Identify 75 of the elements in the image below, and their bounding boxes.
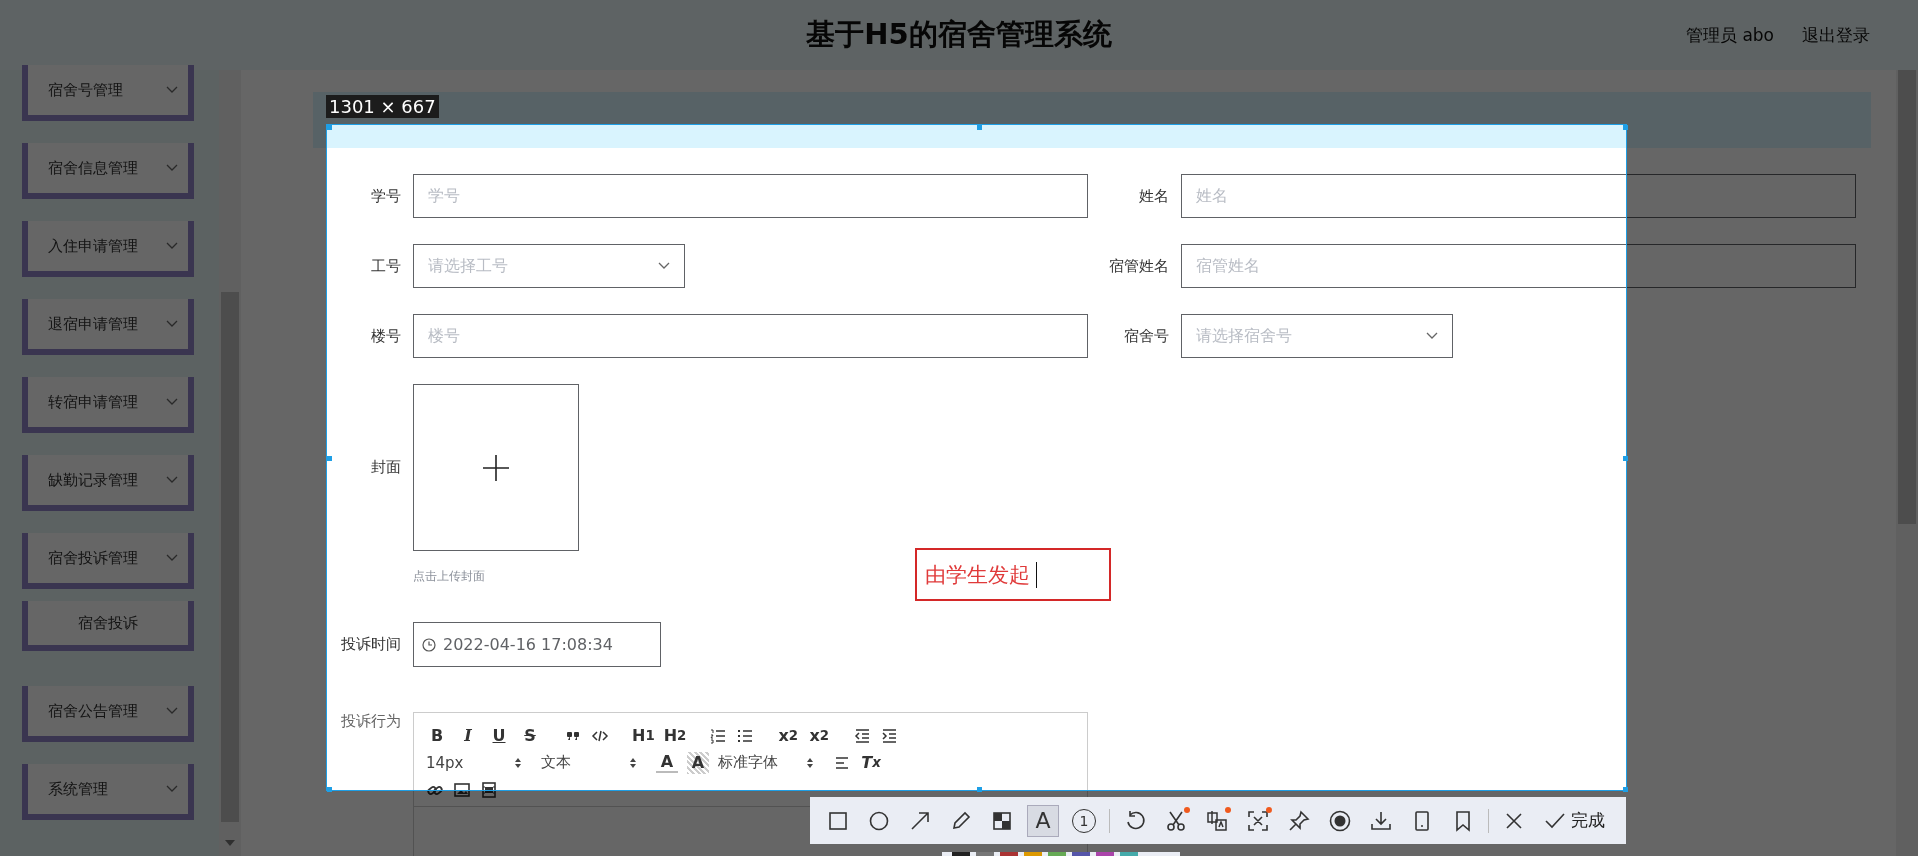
field-label: 投诉时间 bbox=[341, 635, 402, 654]
updown-icon bbox=[806, 756, 814, 769]
menu-item[interactable]: 转宿申请管理 bbox=[22, 377, 194, 433]
resize-handle[interactable] bbox=[977, 125, 982, 130]
color-palette[interactable] bbox=[942, 852, 1180, 856]
font-color-button[interactable]: A bbox=[656, 752, 678, 773]
field-label: 封面 bbox=[371, 458, 402, 477]
menu-item[interactable]: 入住申请管理 bbox=[22, 221, 194, 277]
dropdown[interactable]: 标准字体 bbox=[718, 753, 814, 772]
resize-handle[interactable] bbox=[327, 456, 332, 461]
dropdown[interactable]: 14px bbox=[426, 753, 522, 772]
upload-box[interactable] bbox=[413, 384, 579, 551]
numbered-list-icon[interactable] bbox=[709, 726, 728, 745]
chevron-down-icon bbox=[166, 86, 178, 94]
field-label: 学号 bbox=[371, 186, 402, 206]
logout-link[interactable]: 退出登录 bbox=[1802, 23, 1870, 47]
resize-handle[interactable] bbox=[327, 787, 332, 792]
menu-item[interactable]: 宿舍公告管理 bbox=[22, 686, 194, 742]
menu-item[interactable]: 系统管理 bbox=[22, 764, 194, 820]
text-cursor bbox=[1036, 561, 1037, 588]
updown-icon bbox=[629, 756, 637, 769]
translate-icon bbox=[1205, 808, 1229, 833]
chevron-down-icon bbox=[166, 476, 178, 484]
scrollbar[interactable] bbox=[1896, 70, 1918, 856]
image-icon[interactable] bbox=[453, 780, 471, 799]
field-label: 姓名 bbox=[1139, 186, 1170, 206]
field-label: 工号 bbox=[371, 256, 402, 276]
chevron-down-icon bbox=[166, 398, 178, 406]
menu-item[interactable]: 退宿申请管理 bbox=[22, 299, 194, 355]
text-annotation[interactable]: 由学生发起 bbox=[915, 548, 1111, 601]
resize-handle[interactable] bbox=[1623, 787, 1628, 792]
user-name: 管理员 abo bbox=[1686, 23, 1774, 47]
record-icon bbox=[1328, 808, 1352, 833]
upload-hint: 点击上传封面 bbox=[413, 568, 485, 585]
chevron-down-icon bbox=[166, 242, 178, 250]
app-title: 基于H5的宿舍管理系统 bbox=[806, 16, 1112, 53]
scrollbar[interactable] bbox=[219, 70, 241, 856]
resize-handle[interactable] bbox=[327, 125, 332, 130]
menu-item[interactable]: 宿舍投诉管理 bbox=[22, 533, 194, 589]
field-label: 投诉行为 bbox=[341, 711, 402, 731]
chevron-down-icon bbox=[166, 785, 178, 793]
chevron-down-icon bbox=[658, 262, 670, 270]
scan-icon bbox=[1246, 808, 1270, 833]
resize-handle[interactable] bbox=[977, 787, 982, 792]
chevron-down-icon bbox=[1426, 332, 1438, 340]
field-label: 宿舍号 bbox=[1124, 326, 1170, 346]
menu-item[interactable]: 缺勤记录管理 bbox=[22, 455, 194, 511]
resize-handle[interactable] bbox=[1623, 125, 1628, 130]
updown-icon bbox=[514, 756, 522, 769]
chevron-down-icon bbox=[166, 164, 178, 172]
submenu-item[interactable]: 宿舍投诉 bbox=[22, 601, 194, 651]
underline-button[interactable]: U bbox=[488, 724, 510, 747]
chevron-down-icon bbox=[166, 320, 178, 328]
plus-icon bbox=[483, 454, 509, 481]
video-icon[interactable] bbox=[480, 780, 498, 799]
pin-icon bbox=[1287, 808, 1311, 833]
done-button[interactable]: 完成 bbox=[1539, 808, 1609, 833]
menu-item[interactable]: 宿舍号管理 bbox=[22, 65, 194, 121]
resize-handle[interactable] bbox=[1623, 456, 1628, 461]
dropdown[interactable]: 文本 bbox=[541, 753, 637, 772]
bold-button[interactable]: B bbox=[426, 724, 448, 747]
chevron-down-icon bbox=[166, 554, 178, 562]
clock-icon bbox=[422, 637, 436, 652]
strikethrough-button[interactable]: S bbox=[519, 724, 541, 747]
italic-button[interactable]: I bbox=[457, 724, 479, 747]
field-label: 宿管姓名 bbox=[1109, 256, 1170, 276]
menu-item[interactable]: 宿舍信息管理 bbox=[22, 143, 194, 199]
date-time-field[interactable]: 2022-04-16 17:08:34 bbox=[413, 622, 661, 667]
background-color-button[interactable]: A bbox=[687, 751, 709, 774]
size-label: 1301 × 667 bbox=[326, 95, 439, 118]
outdent-icon[interactable] bbox=[853, 726, 872, 745]
chevron-down-icon bbox=[166, 707, 178, 715]
indent-icon[interactable] bbox=[880, 726, 899, 745]
text-tool[interactable]: A bbox=[1027, 804, 1059, 837]
field-label: 楼号 bbox=[371, 326, 402, 346]
